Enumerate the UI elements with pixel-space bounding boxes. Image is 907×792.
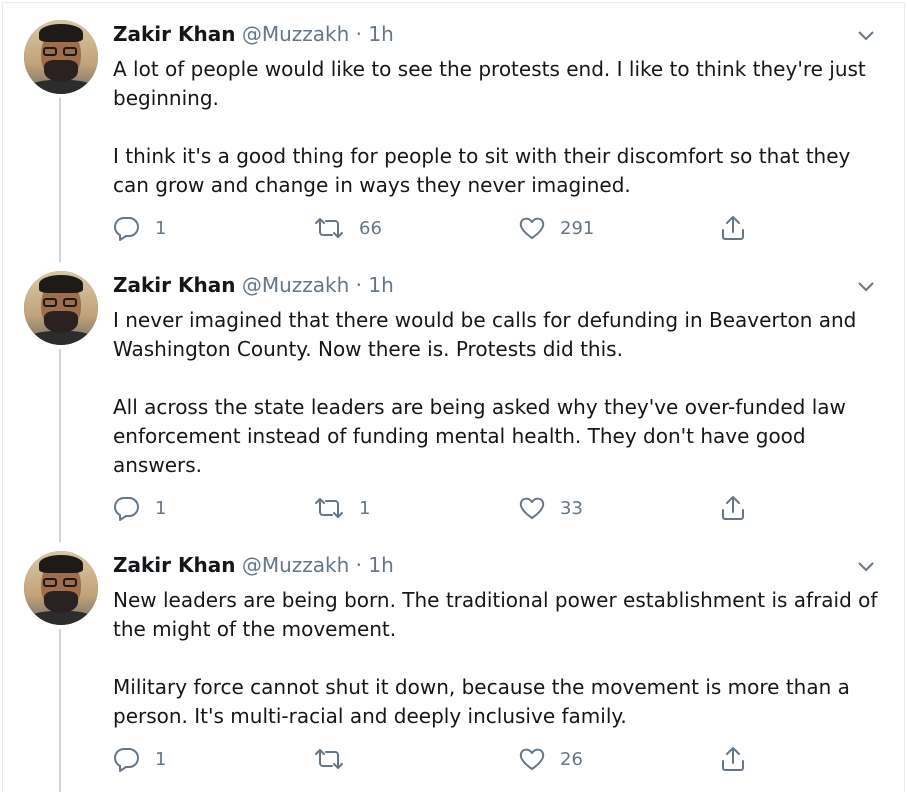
tweet-paragraph: Military force cannot shut it down, beca…: [113, 675, 850, 728]
share-button[interactable]: [719, 493, 747, 523]
tweet[interactable]: Zakir Khan @Muzzakh · 1h A lot of people…: [0, 0, 907, 262]
thread-line: [59, 98, 61, 262]
avatar[interactable]: [24, 551, 98, 625]
tweet-paragraph: A lot of people would like to see the pr…: [113, 57, 866, 110]
reply-icon: [114, 496, 139, 521]
share-button[interactable]: [719, 213, 747, 243]
separator: ·: [355, 273, 362, 297]
heart-icon: [519, 217, 545, 239]
tweet-paragraph: All across the state leaders are being a…: [113, 395, 846, 477]
author-name[interactable]: Zakir Khan: [113, 553, 235, 577]
like-count: 33: [560, 497, 583, 519]
tweet-actions: 1 26: [113, 744, 753, 774]
share-icon: [722, 747, 744, 771]
thread-line: [59, 349, 61, 542]
tweet-paragraph: I think it's a good thing for people to …: [113, 144, 851, 197]
tweet[interactable]: Zakir Khan @Muzzakh · 1h New leaders are…: [0, 542, 907, 792]
reply-button[interactable]: 1: [113, 744, 166, 774]
timestamp[interactable]: 1h: [368, 273, 393, 297]
avatar[interactable]: [24, 20, 98, 94]
reply-icon: [114, 747, 139, 772]
share-icon: [722, 216, 744, 240]
separator: ·: [355, 22, 362, 46]
retweet-count: 1: [359, 497, 371, 519]
retweet-icon: [315, 218, 343, 238]
reply-icon: [114, 216, 139, 241]
like-count: 291: [560, 217, 595, 239]
reply-count: 1: [155, 748, 167, 770]
chevron-down-icon[interactable]: [857, 281, 875, 293]
retweet-count: 66: [359, 217, 382, 239]
like-button[interactable]: 26: [518, 744, 583, 774]
retweet-button[interactable]: 1: [313, 493, 370, 523]
retweet-button[interactable]: 66: [313, 213, 382, 243]
author-name[interactable]: Zakir Khan: [113, 22, 235, 46]
share-icon: [722, 496, 744, 520]
heart-icon: [519, 497, 545, 519]
timestamp[interactable]: 1h: [368, 553, 393, 577]
author-handle[interactable]: @Muzzakh: [242, 273, 349, 297]
tweet-actions: 1 1 33: [113, 493, 753, 523]
share-button[interactable]: [719, 744, 747, 774]
separator: ·: [355, 553, 362, 577]
author-name[interactable]: Zakir Khan: [113, 273, 235, 297]
chevron-down-icon[interactable]: [857, 561, 875, 573]
reply-button[interactable]: 1: [113, 213, 166, 243]
heart-icon: [519, 748, 545, 770]
tweet-text: A lot of people would like to see the pr…: [113, 55, 883, 200]
retweet-button[interactable]: [313, 744, 359, 774]
reply-count: 1: [155, 217, 167, 239]
reply-button[interactable]: 1: [113, 493, 166, 523]
retweet-icon: [315, 498, 343, 518]
avatar[interactable]: [24, 271, 98, 345]
tweet-paragraph: I never imagined that there would be cal…: [113, 308, 857, 361]
chevron-down-icon[interactable]: [857, 30, 875, 42]
reply-count: 1: [155, 497, 167, 519]
retweet-icon: [315, 749, 343, 769]
tweet[interactable]: Zakir Khan @Muzzakh · 1h I never imagine…: [0, 262, 907, 542]
tweet-text: I never imagined that there would be cal…: [113, 306, 883, 480]
tweet-actions: 1 66 291: [113, 213, 753, 243]
tweet-header: Zakir Khan @Muzzakh · 1h: [113, 553, 394, 577]
tweet-paragraph: New leaders are being born. The traditio…: [113, 588, 878, 641]
like-count: 26: [560, 748, 583, 770]
tweet-header: Zakir Khan @Muzzakh · 1h: [113, 22, 394, 46]
author-handle[interactable]: @Muzzakh: [242, 553, 349, 577]
timestamp[interactable]: 1h: [368, 22, 393, 46]
author-handle[interactable]: @Muzzakh: [242, 22, 349, 46]
like-button[interactable]: 291: [518, 213, 594, 243]
tweet-header: Zakir Khan @Muzzakh · 1h: [113, 273, 394, 297]
tweet-text: New leaders are being born. The traditio…: [113, 586, 883, 731]
thread-line: [59, 629, 61, 792]
like-button[interactable]: 33: [518, 493, 583, 523]
